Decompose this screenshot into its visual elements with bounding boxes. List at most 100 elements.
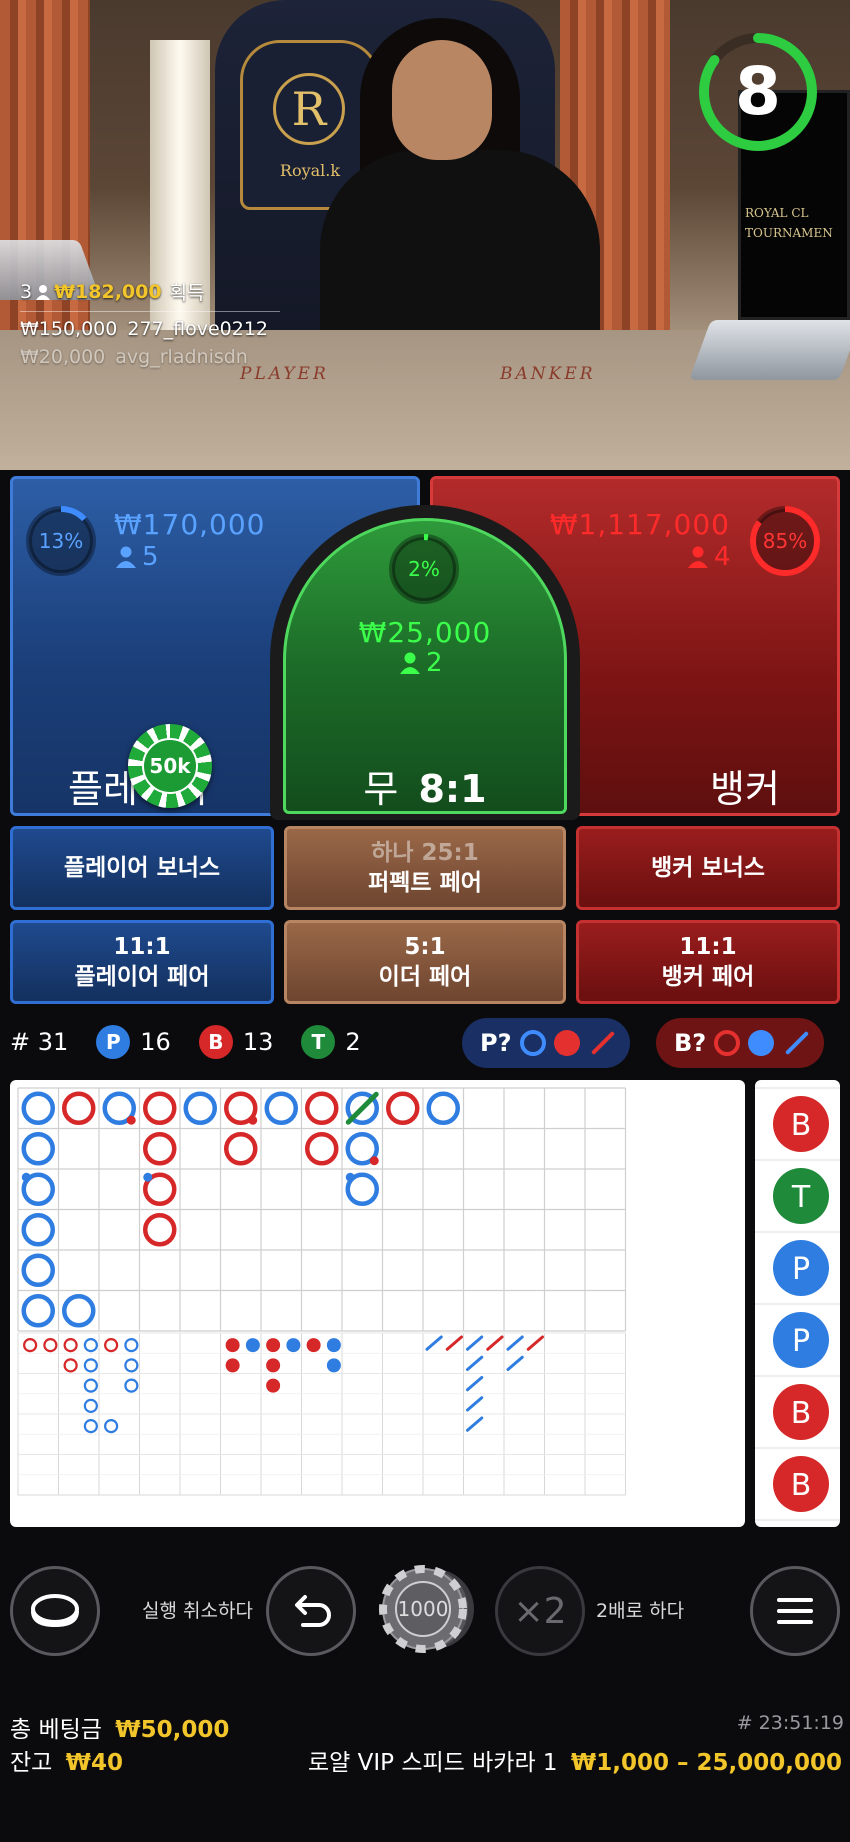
big-eye-road-marker xyxy=(124,1358,139,1373)
banker-percent-ring: 85% xyxy=(748,504,822,578)
banker-win-marker xyxy=(143,1213,177,1247)
player-percent-ring: 13% xyxy=(24,504,98,578)
banker-predict-button[interactable]: B? xyxy=(656,1018,825,1068)
player-pair-bet[interactable]: 11:1 플레이어 페어 xyxy=(10,920,274,1004)
either-pair-label: 이더 페어 xyxy=(378,964,472,990)
small-road-marker xyxy=(225,1338,240,1353)
blue-slash-icon xyxy=(785,1030,810,1056)
cockroach-road-marker xyxy=(466,1376,484,1392)
banker-win-marker xyxy=(62,1091,96,1125)
banker-total-amount: ₩1,117,000 xyxy=(549,508,730,541)
big-eye-road-marker xyxy=(83,1398,98,1413)
tie-percent-ring: 2% xyxy=(387,532,461,606)
big-eye-road-marker xyxy=(83,1338,98,1353)
player-wins-count: 16 xyxy=(140,1028,171,1056)
cockroach-road-marker xyxy=(506,1355,524,1371)
bet-limits: ₩1,000 – 25,000,000 xyxy=(570,1750,842,1776)
cockroach-road-marker xyxy=(445,1335,463,1351)
player-bonus-bet[interactable]: 플레이어 보너스 xyxy=(10,826,274,910)
perfect-pair-bet[interactable]: 하나 25:1 퍼펙트 페어 xyxy=(284,826,566,910)
red-slash-icon xyxy=(590,1030,615,1056)
winner-user: avg_rladnisdn xyxy=(115,346,248,368)
winners-ticker: 3 ₩182,000 획득 ₩150,000 277_flove0212 ₩20… xyxy=(20,278,280,368)
placed-chip[interactable]: 50k xyxy=(128,724,212,808)
bead-letter: B xyxy=(791,1468,812,1503)
cockroach-road-marker xyxy=(466,1396,484,1412)
user-icon xyxy=(688,546,708,568)
bead-road-column: B T P P B B xyxy=(755,1087,840,1521)
perfect-pair-payout: 하나 25:1 xyxy=(371,840,479,866)
banker-win-marker xyxy=(143,1091,177,1125)
banker-bettors: 4 xyxy=(688,542,731,572)
big-eye-road-marker xyxy=(83,1358,98,1373)
player-predict-label: P? xyxy=(480,1029,512,1057)
banker-win-marker xyxy=(143,1132,177,1166)
player-pair-label: 플레이어 페어 xyxy=(74,964,210,990)
banker-pair-bet[interactable]: 11:1 뱅커 페어 xyxy=(576,920,840,1004)
cockroach-road-marker xyxy=(486,1335,504,1351)
bead-road[interactable]: B T P P B B xyxy=(755,1080,840,1527)
menu-button[interactable] xyxy=(750,1566,840,1656)
cockroach-road-marker xyxy=(526,1335,544,1351)
tie-label-text: 무 xyxy=(363,767,399,811)
undo-icon xyxy=(295,1595,331,1627)
undo-button[interactable] xyxy=(266,1566,356,1656)
timer-seconds: 8 xyxy=(735,53,781,130)
player-win-marker xyxy=(62,1294,96,1328)
balance: 잔고 ₩40 xyxy=(10,1743,123,1777)
player-pair-payout: 11:1 xyxy=(113,934,171,960)
tie-label: 무 8:1 xyxy=(283,758,567,813)
big-eye-road-marker xyxy=(63,1338,78,1353)
tie-wins-count: 2 xyxy=(345,1028,361,1056)
placed-chip-value: 50k xyxy=(142,738,198,794)
banker-pair-dot xyxy=(248,1115,258,1125)
banker-bonus-bet[interactable]: 뱅커 보너스 xyxy=(576,826,840,910)
double-button[interactable]: ×2 xyxy=(495,1566,585,1656)
big-eye-road-marker xyxy=(83,1378,98,1393)
chat-toggle-button[interactable] xyxy=(10,1566,100,1656)
banker-percent: 85% xyxy=(762,529,808,553)
either-pair-payout: 5:1 xyxy=(404,934,446,960)
winner-count: 3 xyxy=(20,280,33,303)
big-eye-road-marker xyxy=(83,1419,98,1434)
total-bet-label: 총 베팅금 xyxy=(10,1717,102,1743)
bead-letter: T xyxy=(791,1180,811,1215)
chip-selector[interactable]: 1000 xyxy=(368,1564,478,1654)
round-id: # 23:51:19 xyxy=(736,1712,844,1734)
player-pair-dot xyxy=(345,1172,355,1182)
big-eye-road-marker xyxy=(104,1419,119,1434)
player-win-marker xyxy=(264,1091,298,1125)
winner-label: 획득 xyxy=(169,282,205,304)
small-road-marker xyxy=(266,1358,281,1373)
tie-bettors: 2 xyxy=(400,648,443,678)
cockroach-road-marker xyxy=(466,1416,484,1432)
hamburger-menu-icon xyxy=(777,1598,813,1624)
table-label-banker: BANKER xyxy=(500,364,596,384)
total-bet: 총 베팅금 ₩50,000 xyxy=(10,1710,229,1744)
user-icon xyxy=(116,546,136,568)
table-info: 로얄 VIP 스피드 바카라 1 ₩1,000 – 25,000,000 xyxy=(308,1743,842,1777)
banker-win-marker xyxy=(305,1091,339,1125)
red-dot-icon xyxy=(553,1030,580,1056)
cockroach-road-marker xyxy=(466,1335,484,1351)
banker-pair-payout: 11:1 xyxy=(679,934,737,960)
bead-letter: B xyxy=(791,1396,812,1431)
small-road-marker xyxy=(266,1338,281,1353)
bead-letter: P xyxy=(792,1252,810,1287)
banker-predict-label: B? xyxy=(674,1029,707,1057)
banker-bettor-count: 4 xyxy=(714,542,731,572)
banker-wins-badge: B xyxy=(198,1025,233,1059)
tie-total-amount: ₩25,000 xyxy=(358,616,492,649)
perfect-pair-label: 퍼펙트 페어 xyxy=(368,870,482,896)
cockroach-road-marker xyxy=(506,1335,524,1351)
double-label: 2배로 하다 xyxy=(596,1600,685,1622)
player-win-marker xyxy=(21,1213,55,1247)
big-eye-road-marker xyxy=(124,1378,139,1393)
bead-letter: B xyxy=(791,1108,812,1143)
player-predict-button[interactable]: P? xyxy=(462,1018,630,1068)
banker-pair-label: 뱅커 페어 xyxy=(661,964,755,990)
small-road-marker xyxy=(326,1338,341,1353)
winner-entry: ₩20,000 avg_rladnisdn xyxy=(20,346,280,368)
scoreboard-roads[interactable] xyxy=(10,1080,745,1527)
either-pair-bet[interactable]: 5:1 이더 페어 xyxy=(284,920,566,1004)
